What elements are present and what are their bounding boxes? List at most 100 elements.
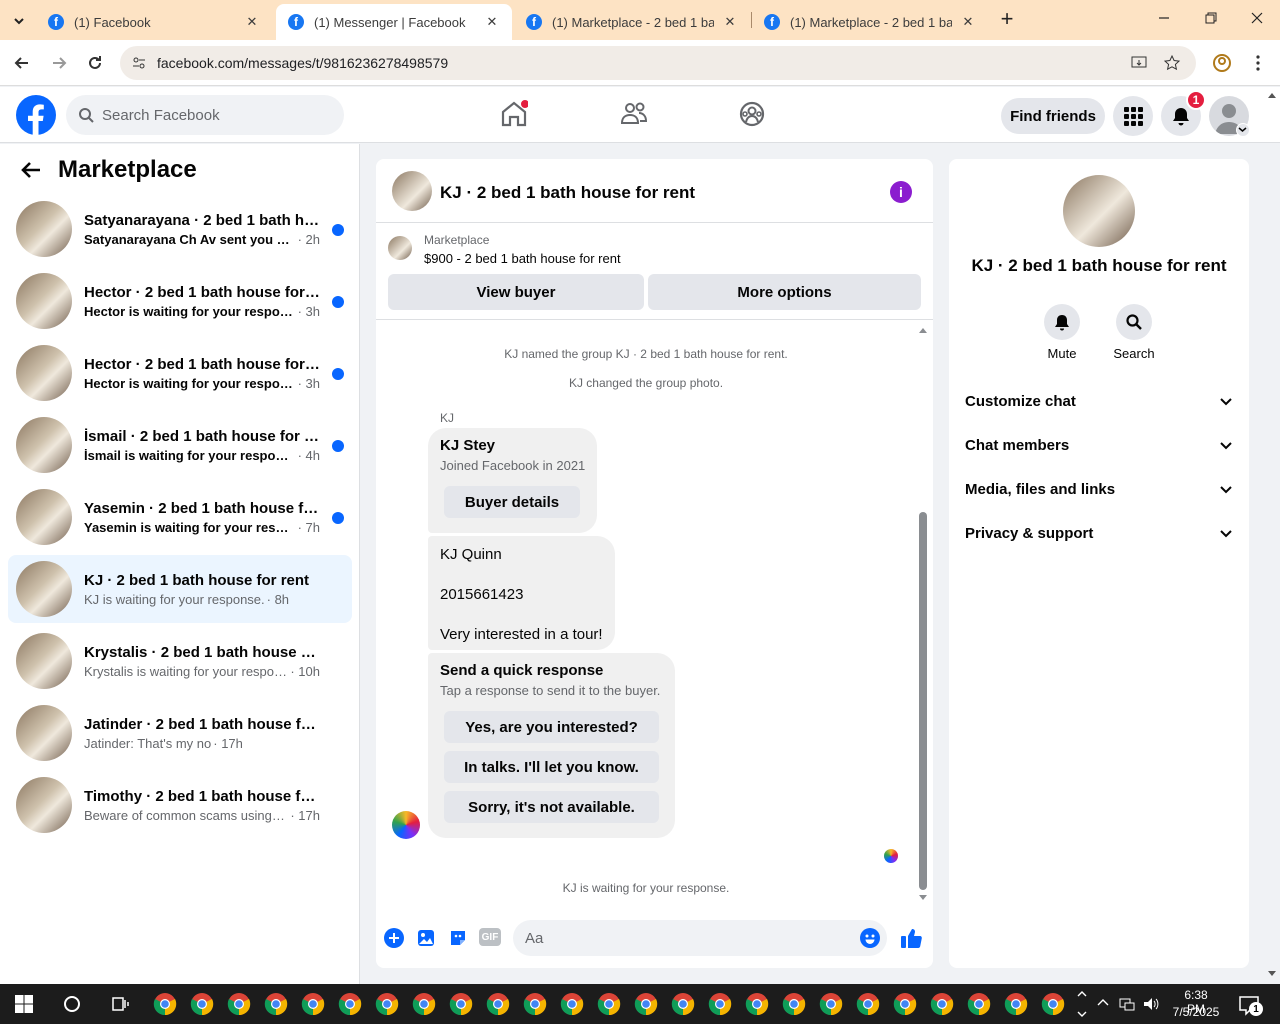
chrome-taskbar-icon[interactable] <box>190 992 214 1016</box>
chat-avatar[interactable] <box>392 171 432 211</box>
chrome-taskbar-icon[interactable] <box>930 992 954 1016</box>
tab-search-button[interactable] <box>8 10 30 32</box>
chrome-taskbar-icon[interactable] <box>1041 992 1065 1016</box>
chrome-taskbar-icon[interactable] <box>338 992 362 1016</box>
chrome-taskbar-icon[interactable] <box>375 992 399 1016</box>
more-options-button[interactable]: More options <box>648 274 921 310</box>
chat-scrollbar[interactable] <box>919 512 927 890</box>
details-avatar[interactable] <box>1063 175 1135 247</box>
conversation-item[interactable]: Yasemin · 2 bed 1 bath house for... Yasem… <box>8 483 352 551</box>
chrome-taskbar-icon[interactable] <box>856 992 880 1016</box>
privacy-support-section[interactable]: Privacy & support <box>965 511 1233 555</box>
chrome-taskbar-icon[interactable] <box>745 992 769 1016</box>
chrome-taskbar-icon[interactable] <box>227 992 251 1016</box>
restore-button[interactable] <box>1203 10 1219 26</box>
task-view-button[interactable] <box>108 992 132 1016</box>
message-bubble[interactable]: KJ Quinn 2015661423 Very interested in a… <box>428 536 615 650</box>
page-scroll-down-icon[interactable] <box>1267 970 1277 978</box>
chrome-taskbar-icon[interactable] <box>819 992 843 1016</box>
chrome-taskbar-icon[interactable] <box>634 992 658 1016</box>
facebook-search-input[interactable]: Search Facebook <box>66 95 344 135</box>
chrome-taskbar-icon[interactable] <box>1004 992 1028 1016</box>
facebook-logo[interactable] <box>16 95 56 135</box>
conversation-item[interactable]: KJ · 2 bed 1 bath house for rent KJ is wa… <box>8 555 352 623</box>
site-settings-icon[interactable] <box>131 55 147 71</box>
chrome-taskbar-icon[interactable] <box>264 992 288 1016</box>
close-window-button[interactable] <box>1249 10 1265 26</box>
browser-menu-button[interactable] <box>1250 53 1266 73</box>
quick-response-in-talks[interactable]: In talks. I'll let you know. <box>444 751 659 783</box>
chrome-taskbar-icon[interactable] <box>967 992 991 1016</box>
browser-tab-marketplace-2[interactable]: f (1) Marketplace - 2 bed 1 bath l ✕ <box>752 4 988 40</box>
volume-icon[interactable] <box>1142 995 1160 1013</box>
conversation-item[interactable]: Satyanarayana · 2 bed 1 bath ho... Satyan… <box>8 195 352 263</box>
reload-button[interactable] <box>85 53 105 73</box>
chrome-taskbar-icon[interactable] <box>782 992 806 1016</box>
mute-action[interactable]: Mute <box>1032 304 1092 361</box>
show-hidden-icons-icon[interactable] <box>1096 996 1110 1010</box>
scroll-up-arrow-icon[interactable] <box>918 326 928 334</box>
customize-chat-section[interactable]: Customize chat <box>965 379 1233 423</box>
account-chevron[interactable] <box>1236 123 1250 137</box>
chrome-taskbar-icon[interactable] <box>523 992 547 1016</box>
chrome-taskbar-icon[interactable] <box>708 992 732 1016</box>
gif-icon[interactable]: GIF <box>479 928 501 946</box>
network-icon[interactable] <box>1118 995 1136 1013</box>
plus-circle-icon[interactable] <box>384 928 404 948</box>
chrome-taskbar-icon[interactable] <box>486 992 510 1016</box>
back-button[interactable] <box>12 53 32 73</box>
start-button[interactable] <box>12 992 36 1016</box>
conversation-item[interactable]: Krystalis · 2 bed 1 bath house for r... K… <box>8 627 352 695</box>
chrome-taskbar-icon[interactable] <box>671 992 695 1016</box>
browser-tab-marketplace-1[interactable]: f (1) Marketplace - 2 bed 1 bath l ✕ <box>514 4 750 40</box>
taskbar-scroll-icon[interactable] <box>1076 988 1088 1020</box>
search-taskbar-button[interactable] <box>60 992 84 1016</box>
menu-button[interactable] <box>1113 96 1153 136</box>
chat-info-button[interactable]: i <box>890 181 912 203</box>
page-scroll-up-icon[interactable] <box>1267 91 1277 99</box>
conversation-item[interactable]: Timothy · 2 bed 1 bath house for r... Bew… <box>8 771 352 839</box>
scroll-down-arrow-icon[interactable] <box>918 894 928 902</box>
minimize-button[interactable] <box>1156 10 1172 26</box>
media-files-links-section[interactable]: Media, files and links <box>965 467 1233 511</box>
clock-date[interactable]: 7/5/2025 <box>1171 1005 1221 1019</box>
address-bar[interactable]: facebook.com/messages/t/9816236278498579 <box>120 46 1196 80</box>
new-tab-button[interactable]: + <box>996 8 1018 31</box>
action-center-button[interactable]: 1 <box>1238 994 1263 1016</box>
chrome-taskbar-icon[interactable] <box>412 992 436 1016</box>
nav-groups[interactable] <box>739 99 767 129</box>
bookmark-star-icon[interactable] <box>1163 54 1181 72</box>
conversation-item[interactable]: Hector · 2 bed 1 bath house for r... Hect… <box>8 267 352 335</box>
listing-thumbnail[interactable] <box>388 236 412 260</box>
emoji-icon[interactable] <box>860 928 880 948</box>
close-tab-icon[interactable]: ✕ <box>244 14 260 30</box>
forward-button[interactable] <box>49 53 69 73</box>
photo-icon[interactable] <box>416 928 436 948</box>
conversation-item[interactable]: Hector · 2 bed 1 bath house for r... Hect… <box>8 339 352 407</box>
conversation-item[interactable]: İsmail · 2 bed 1 bath house for rent İsma… <box>8 411 352 479</box>
nav-friends[interactable] <box>620 99 648 129</box>
buyer-details-button[interactable]: Buyer details <box>444 486 580 518</box>
close-tab-icon[interactable]: ✕ <box>484 14 500 30</box>
chrome-taskbar-icon[interactable] <box>893 992 917 1016</box>
profile-button[interactable] <box>1212 53 1232 73</box>
back-arrow-icon[interactable] <box>20 159 42 181</box>
chrome-taskbar-icon[interactable] <box>153 992 177 1016</box>
close-tab-icon[interactable]: ✕ <box>960 14 976 30</box>
sender-avatar[interactable] <box>392 811 420 839</box>
browser-tab-messenger[interactable]: f (1) Messenger | Facebook ✕ <box>276 4 512 40</box>
close-tab-icon[interactable]: ✕ <box>722 14 738 30</box>
find-friends-button[interactable]: Find friends <box>1001 98 1105 134</box>
message-input[interactable]: Aa <box>513 920 887 956</box>
chat-members-section[interactable]: Chat members <box>965 423 1233 467</box>
view-buyer-button[interactable]: View buyer <box>388 274 644 310</box>
browser-tab-facebook[interactable]: f (1) Facebook ✕ <box>36 4 272 40</box>
listing-title[interactable]: $900 - 2 bed 1 bath house for rent <box>424 251 621 266</box>
chat-title[interactable]: KJ · 2 bed 1 bath house for rent <box>440 183 695 203</box>
nav-home[interactable] <box>500 99 528 129</box>
chrome-taskbar-icon[interactable] <box>449 992 473 1016</box>
quick-response-not-available[interactable]: Sorry, it's not available. <box>444 791 659 823</box>
install-app-icon[interactable] <box>1130 54 1148 72</box>
chrome-taskbar-icon[interactable] <box>597 992 621 1016</box>
sticker-icon[interactable] <box>448 928 468 948</box>
